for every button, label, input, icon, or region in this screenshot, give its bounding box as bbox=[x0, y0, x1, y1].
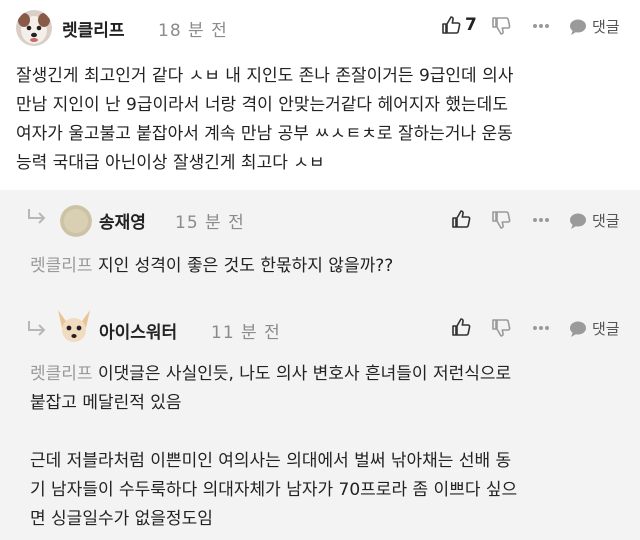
comment-text-line: 이댓글은 사실인듯, 나도 의사 변호사 흔녀들이 저런식으로 bbox=[92, 364, 512, 384]
like-button[interactable] bbox=[451, 317, 471, 337]
like-button[interactable] bbox=[451, 209, 471, 229]
comment-text: 잘생긴게 최고인거 같다 ㅅㅂ 내 지인도 존나 존잘이거든 9급인데 의사 만… bbox=[16, 66, 514, 173]
more-options-button[interactable] bbox=[531, 210, 551, 230]
thumbs-up-icon bbox=[442, 16, 461, 34]
comment-1: 렛클리프 18 분 전 7 댓글 잘생긴게 최고인거 같다 ㅅㅂ 내 지인도 존… bbox=[0, 0, 640, 190]
more-dots-icon bbox=[533, 24, 549, 28]
dislike-button[interactable] bbox=[491, 210, 511, 230]
comment-text: 렛클리프 이댓글은 사실인듯, 나도 의사 변호사 흔녀들이 저런식으로 붙잡고… bbox=[30, 360, 630, 534]
speech-bubble-icon bbox=[570, 19, 586, 35]
comment-author[interactable]: 렛클리프 bbox=[62, 16, 125, 41]
like-count: 7 bbox=[465, 15, 477, 35]
reply-comment-2: 아이스워터 11 분 전 댓글 렛클리프 이댓글은 사실인듯, 나도 의사 변호… bbox=[0, 298, 640, 540]
like-button[interactable]: 7 bbox=[441, 15, 477, 35]
reply-button[interactable]: 댓글 bbox=[568, 210, 620, 231]
thumbs-up-icon bbox=[452, 318, 471, 336]
more-dots-icon bbox=[533, 326, 549, 330]
reply-arrow-icon bbox=[28, 321, 46, 336]
comment-text-content: 지인 성격이 좋은 것도 한몫하지 않을까?? bbox=[92, 256, 394, 276]
reply-button[interactable]: 댓글 bbox=[568, 318, 620, 339]
comment-text-content: 붙잡고 메달린적 있음 근데 저블라처럼 이쁜미인 여의사는 의대에서 벌써 낚… bbox=[30, 393, 518, 529]
speech-bubble-icon bbox=[570, 321, 586, 337]
chihuahua-avatar-icon[interactable] bbox=[54, 308, 94, 348]
reply-label: 댓글 bbox=[592, 320, 620, 338]
dislike-button[interactable] bbox=[491, 16, 511, 36]
thumbs-up-icon bbox=[452, 210, 471, 228]
beige-circle-avatar-icon[interactable] bbox=[60, 205, 92, 237]
reply-arrow-icon bbox=[28, 209, 46, 224]
comment-text: 렛클리프 지인 성격이 좋은 것도 한몫하지 않을까?? bbox=[30, 252, 630, 281]
reply-comment-1: 송재영 15 분 전 댓글 렛클리프 지인 성격이 좋은 것도 한몫하지 않을까… bbox=[0, 190, 640, 298]
more-options-button[interactable] bbox=[531, 318, 551, 338]
more-options-button[interactable] bbox=[531, 16, 551, 36]
comment-timestamp: 15 분 전 bbox=[175, 213, 245, 233]
thumbs-down-icon bbox=[492, 319, 511, 337]
dislike-button[interactable] bbox=[491, 318, 511, 338]
more-dots-icon bbox=[533, 218, 549, 222]
comment-author[interactable]: 아이스워터 bbox=[99, 318, 177, 343]
comment-timestamp: 18 분 전 bbox=[158, 21, 228, 41]
thumbs-down-icon bbox=[492, 17, 511, 35]
reply-label: 댓글 bbox=[592, 212, 620, 230]
comment-author[interactable]: 송재영 bbox=[99, 208, 146, 233]
dog-face-avatar-icon[interactable] bbox=[16, 10, 52, 46]
comment-timestamp: 11 분 전 bbox=[211, 323, 281, 343]
mention-link[interactable]: 렛클리프 bbox=[30, 256, 93, 276]
speech-bubble-icon bbox=[570, 213, 586, 229]
reply-button[interactable]: 댓글 bbox=[568, 16, 620, 37]
mention-link[interactable]: 렛클리프 bbox=[30, 364, 93, 384]
reply-label: 댓글 bbox=[592, 18, 620, 36]
thumbs-down-icon bbox=[492, 211, 511, 229]
